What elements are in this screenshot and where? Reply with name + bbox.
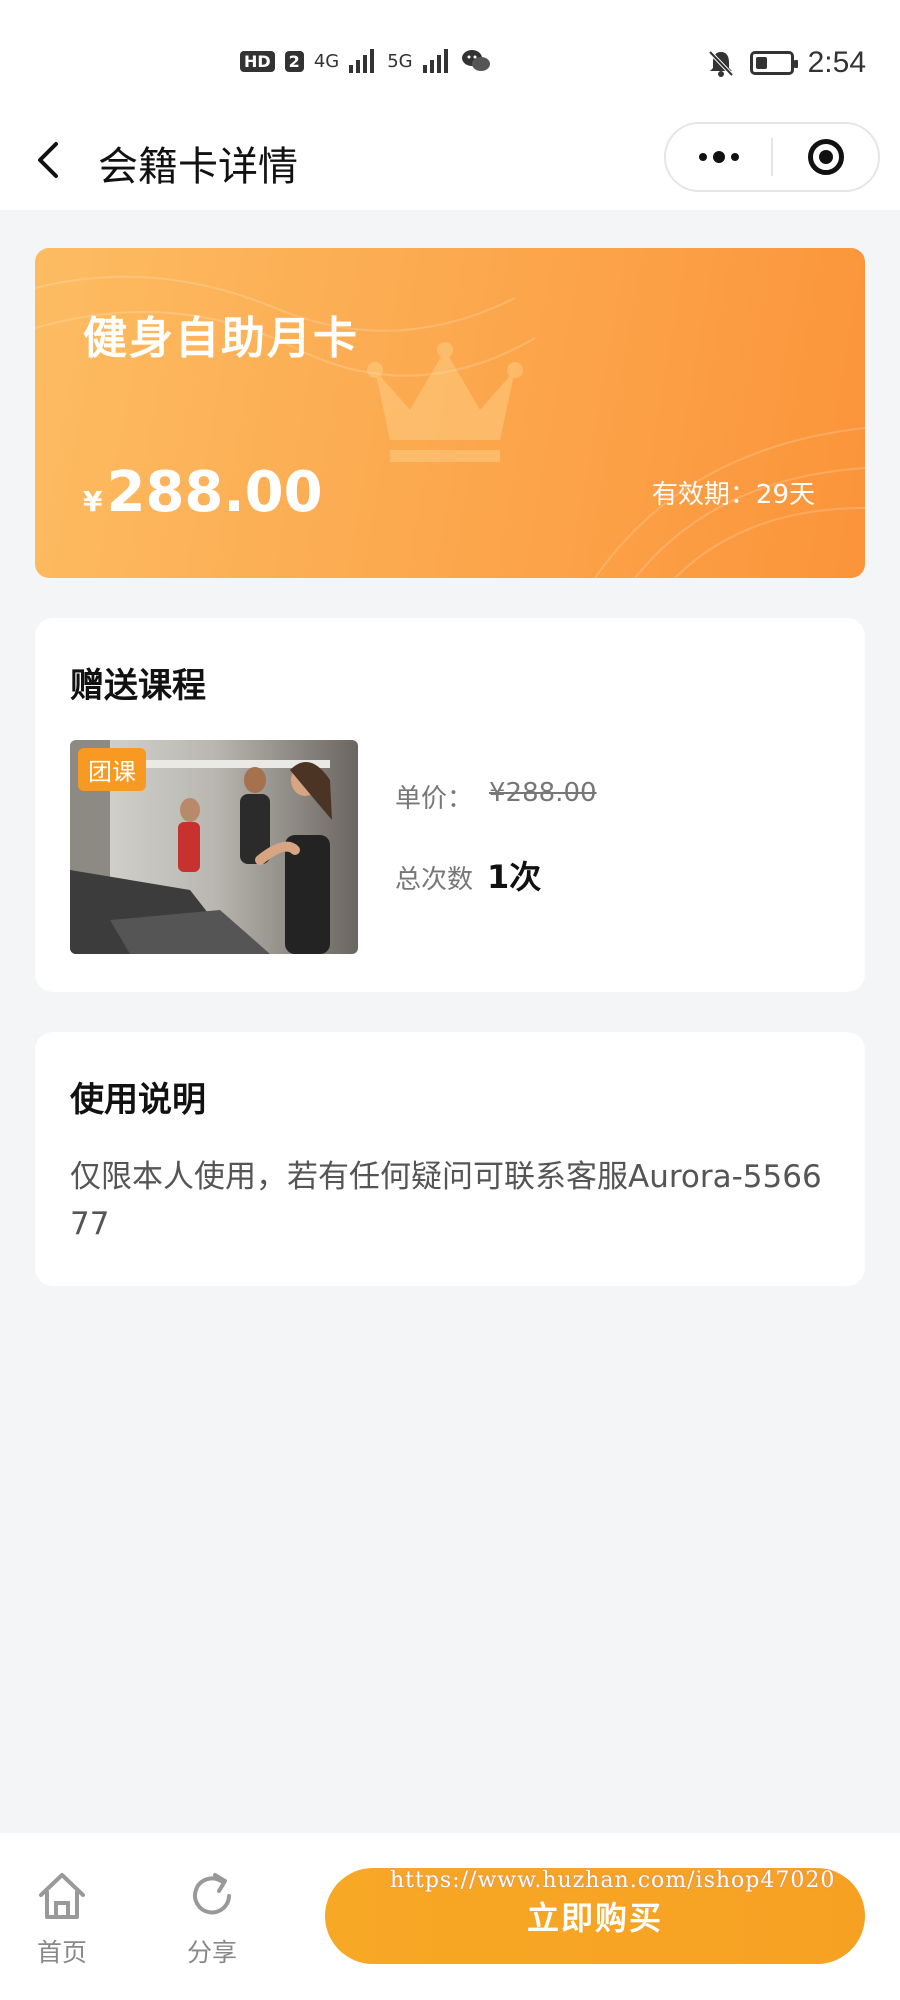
wechat-icon — [461, 50, 490, 71]
nav-bar: 会籍卡详情 — [0, 110, 900, 210]
signal-4g-label: 4G — [313, 50, 340, 72]
back-button[interactable] — [28, 132, 68, 188]
gift-course-title: 赠送课程 — [70, 666, 206, 706]
status-bar: HD 2 4G 5G 2:54 — [0, 0, 900, 110]
watermark-text: https://www.huzhan.com/ishop47020 — [390, 1868, 836, 1893]
more-button[interactable] — [666, 124, 771, 190]
status-icons-right: 2:54 — [706, 46, 866, 80]
mute-bell-icon — [708, 50, 734, 77]
count-value: 1次 — [487, 858, 542, 896]
usage-title: 使用说明 — [70, 1080, 206, 1120]
miniprogram-capsule — [664, 122, 880, 192]
sim-badge: 2 — [284, 50, 304, 72]
signal-icon — [349, 49, 375, 73]
course-image[interactable]: 团课 — [70, 740, 358, 954]
close-miniprogram-button[interactable] — [773, 124, 878, 190]
currency-symbol: ¥ — [83, 485, 103, 518]
status-icons-left: HD 2 4G 5G — [240, 48, 491, 74]
card-price: ¥ 288.00 — [83, 460, 323, 525]
share-button[interactable]: 分享 — [172, 1869, 252, 1969]
validity-text: 有效期：29天 — [651, 480, 815, 510]
share-refresh-icon — [193, 1873, 231, 1915]
unit-price-value: ¥288.00 — [489, 778, 597, 808]
price-value: 288.00 — [106, 460, 323, 525]
page-title: 会籍卡详情 — [98, 144, 298, 190]
target-icon — [807, 139, 844, 175]
more-icon — [698, 151, 739, 163]
status-time: 2:54 — [807, 46, 866, 79]
home-button[interactable]: 首页 — [22, 1869, 102, 1969]
unit-price-label: 单价： — [395, 784, 474, 814]
count-row: 总次数 1次 — [395, 852, 541, 898]
share-label: 分享 — [186, 1938, 237, 1967]
course-tag: 团课 — [78, 748, 146, 791]
card-name: 健身自助月卡 — [83, 313, 359, 364]
home-icon — [39, 1873, 85, 1919]
signal-5g-label: 5G — [387, 50, 413, 72]
usage-panel: 使用说明 仅限本人使用，若有任何疑问可联系客服Aurora-556677 — [35, 1032, 865, 1286]
unit-price-row: 单价： ¥288.00 — [395, 778, 597, 815]
usage-text: 仅限本人使用，若有任何疑问可联系客服Aurora-556677 — [70, 1159, 822, 1242]
crown-icon — [367, 342, 523, 462]
bottom-bar: 首页 分享 立即购买 — [0, 1833, 900, 2000]
signal-icon — [422, 49, 448, 73]
home-label: 首页 — [36, 1938, 87, 1967]
membership-card: 健身自助月卡 ¥ 288.00 有效期：29天 — [35, 248, 865, 578]
battery-icon — [749, 51, 798, 75]
chevron-left-icon — [38, 142, 58, 178]
count-label: 总次数 — [395, 865, 474, 895]
hd-badge: HD — [240, 50, 275, 72]
gift-course-panel: 赠送课程 团课 单价： ¥288.00 总次数 1次 — [35, 618, 865, 992]
